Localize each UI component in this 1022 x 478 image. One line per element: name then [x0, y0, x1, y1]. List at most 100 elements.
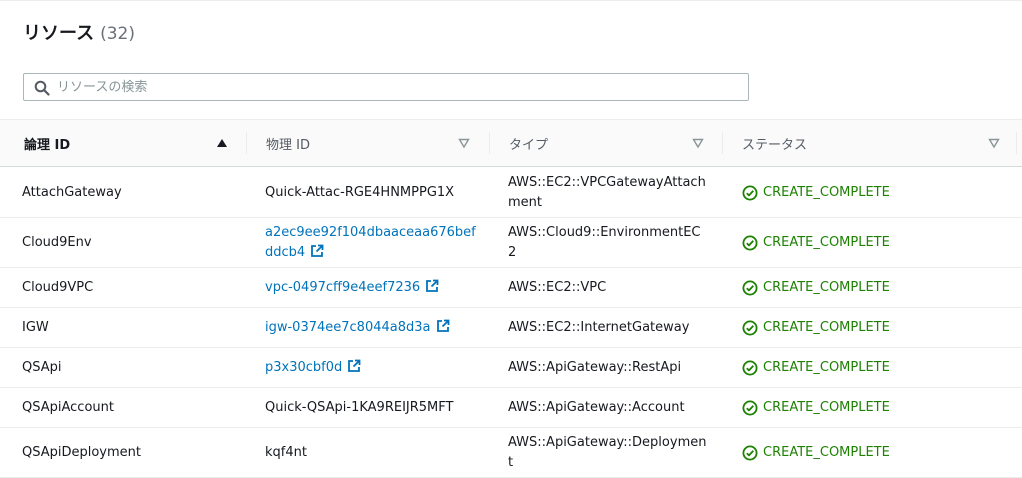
column-label-logical-id: 論理 ID [24, 137, 71, 153]
search-box[interactable] [23, 73, 749, 101]
table-row: Cloud9Env a2ec9ee92f104dbaaceaa676befddcb… [0, 218, 1022, 268]
cell-physical-id: vpc-0497cff9e4eef7236 [265, 268, 480, 307]
resource-type-text: AWS::EC2::VPCGatewayAttachment [508, 174, 706, 210]
resources-panel: リソース (32) 論理 ID 物理 ID タイプ [0, 0, 1022, 478]
cell-logical-id: QSApiDeployment [22, 428, 242, 477]
external-link-icon [436, 319, 449, 332]
sort-caret-icon [988, 138, 1000, 149]
logical-id-text: QSApiAccount [22, 399, 114, 415]
table-header: 論理 ID 物理 ID タイプ ステータス [0, 119, 1022, 167]
cell-status: CREATE_COMPLETE [742, 348, 1002, 387]
logical-id-text: QSApiDeployment [22, 444, 141, 460]
physical-id-link[interactable]: vpc-0497cff9e4eef7236 [265, 280, 420, 295]
cell-logical-id: QSApiAccount [22, 388, 242, 427]
physical-id-link[interactable]: igw-0374ee7c8044a8d3a [265, 320, 431, 335]
cell-logical-id: QSApi [22, 348, 242, 387]
cell-physical-id: igw-0374ee7c8044a8d3a [265, 308, 480, 347]
cell-status: CREATE_COMPLETE [742, 168, 1002, 217]
cell-status: CREATE_COMPLETE [742, 388, 1002, 427]
physical-id-text: Quick-Attac-RGE4HNMPPG1X [265, 184, 455, 200]
physical-id-link[interactable]: a2ec9ee92f104dbaaceaa676befddcb4 [265, 225, 476, 260]
column-divider[interactable] [1016, 132, 1017, 154]
external-link-icon [348, 359, 361, 372]
cell-status: CREATE_COMPLETE [742, 218, 1002, 267]
cell-physical-id: p3x30cbf0d [265, 348, 480, 387]
resource-type-text: AWS::ApiGateway::Deployment [508, 434, 707, 470]
status-text: CREATE_COMPLETE [763, 184, 890, 200]
column-header-logical-id[interactable]: 論理 ID [24, 120, 239, 166]
column-header-type[interactable]: タイプ [509, 120, 709, 166]
column-header-status[interactable]: ステータス [742, 120, 1002, 166]
external-link-icon [311, 244, 324, 257]
table-row: QSApi p3x30cbf0d AWS::ApiGateway::RestApi C… [0, 348, 1022, 388]
check-circle-icon [742, 320, 758, 335]
cell-physical-id: Quick-Attac-RGE4HNMPPG1X [265, 168, 480, 217]
external-link-icon [426, 279, 439, 292]
table-row: QSApiAccount Quick-QSApi-1KA9REIJR5MFT AWS… [0, 388, 1022, 428]
resource-type-text: AWS::Cloud9::EnvironmentEC2 [508, 224, 701, 260]
cell-logical-id: Cloud9VPC [22, 268, 242, 307]
sort-caret-icon [692, 138, 704, 149]
column-label-physical-id: 物理 ID [266, 137, 310, 153]
table-row: Cloud9VPC vpc-0497cff9e4eef7236 AWS::EC2::… [0, 268, 1022, 308]
column-label-status: ステータス [742, 137, 808, 153]
logical-id-text: AttachGateway [22, 184, 122, 200]
check-circle-icon [742, 235, 758, 250]
resource-type-text: AWS::EC2::InternetGateway [508, 319, 690, 335]
cell-type: AWS::EC2::VPCGatewayAttachment [508, 168, 708, 217]
logical-id-text: Cloud9Env [22, 234, 92, 250]
status-text: CREATE_COMPLETE [763, 279, 890, 295]
check-circle-icon [742, 400, 758, 415]
column-divider[interactable] [246, 132, 247, 154]
cell-type: AWS::ApiGateway::RestApi [508, 348, 708, 387]
cell-status: CREATE_COMPLETE [742, 308, 1002, 347]
sort-ascending-icon [217, 139, 227, 147]
cell-logical-id: Cloud9Env [22, 218, 242, 267]
cell-type: AWS::EC2::VPC [508, 268, 708, 307]
resource-count: (32) [100, 24, 136, 44]
cell-type: AWS::ApiGateway::Deployment [508, 428, 708, 477]
page-title: リソース [23, 23, 95, 44]
status-text: CREATE_COMPLETE [763, 359, 890, 375]
cell-logical-id: IGW [22, 308, 242, 347]
physical-id-text: p3x30cbf0d [265, 359, 343, 375]
cell-physical-id: Quick-QSApi-1KA9REIJR5MFT [265, 388, 480, 427]
status-text: CREATE_COMPLETE [763, 319, 890, 335]
status-text: CREATE_COMPLETE [763, 444, 890, 460]
physical-id-text: a2ec9ee92f104dbaaceaa676befddcb4 [265, 224, 476, 260]
cell-type: AWS::EC2::InternetGateway [508, 308, 708, 347]
physical-id-text: igw-0374ee7c8044a8d3a [265, 319, 431, 335]
cell-physical-id: kqf4nt [265, 428, 480, 477]
column-label-type: タイプ [509, 137, 549, 153]
physical-id-text: vpc-0497cff9e4eef7236 [265, 279, 421, 295]
logical-id-text: Cloud9VPC [22, 279, 94, 295]
status-text: CREATE_COMPLETE [763, 399, 890, 415]
check-circle-icon [742, 445, 758, 460]
table-row: IGW igw-0374ee7c8044a8d3a AWS::EC2::Intern… [0, 308, 1022, 348]
column-divider[interactable] [722, 132, 723, 154]
cell-status: CREATE_COMPLETE [742, 428, 1002, 477]
logical-id-text: QSApi [22, 359, 62, 375]
resource-type-text: AWS::ApiGateway::RestApi [508, 359, 682, 375]
physical-id-text: Quick-QSApi-1KA9REIJR5MFT [265, 399, 454, 415]
physical-id-text: kqf4nt [265, 444, 307, 460]
physical-id-link[interactable]: p3x30cbf0d [265, 360, 342, 375]
table-row: AttachGateway Quick-Attac-RGE4HNMPPG1X AWS… [0, 168, 1022, 218]
check-circle-icon [742, 360, 758, 375]
resource-type-text: AWS::ApiGateway::Account [508, 399, 685, 415]
sort-caret-icon [458, 138, 470, 149]
check-circle-icon [742, 185, 758, 200]
status-text: CREATE_COMPLETE [763, 234, 890, 250]
logical-id-text: IGW [22, 319, 49, 335]
cell-logical-id: AttachGateway [22, 168, 242, 217]
cell-status: CREATE_COMPLETE [742, 268, 1002, 307]
check-circle-icon [742, 280, 758, 295]
search-icon [34, 80, 50, 96]
column-divider[interactable] [489, 132, 490, 154]
column-header-physical-id[interactable]: 物理 ID [266, 120, 476, 166]
search-input[interactable] [57, 74, 737, 100]
panel-header: リソース (32) [23, 19, 135, 47]
cell-type: AWS::ApiGateway::Account [508, 388, 708, 427]
cell-type: AWS::Cloud9::EnvironmentEC2 [508, 218, 708, 267]
resource-type-text: AWS::EC2::VPC [508, 279, 607, 295]
